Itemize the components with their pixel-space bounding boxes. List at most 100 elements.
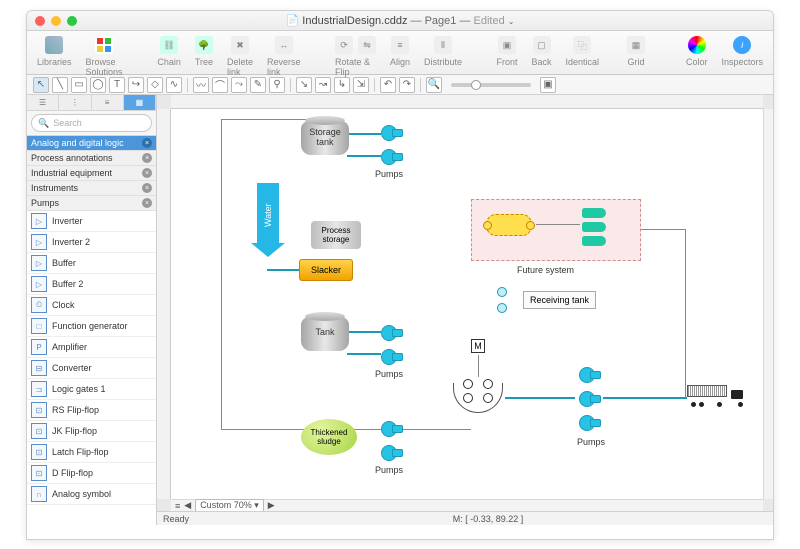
pump-shape[interactable]: [579, 413, 601, 431]
pointer-tool[interactable]: ↖: [33, 77, 49, 93]
sidebar-tab-grid[interactable]: ▦: [124, 95, 156, 110]
undo-button[interactable]: ↶: [380, 77, 396, 93]
color-button[interactable]: [688, 36, 706, 54]
future-nozzle-shape[interactable]: [582, 208, 606, 218]
grid-button[interactable]: ▦: [627, 36, 645, 54]
diagram-canvas[interactable]: Storage tank Pumps Water Process storage…: [171, 109, 763, 499]
inspectors-button[interactable]: i: [733, 36, 751, 54]
page-nav-icon[interactable]: ≡: [175, 501, 180, 511]
water-arrow[interactable]: Water: [257, 183, 279, 247]
future-system-group[interactable]: [471, 199, 641, 261]
category-item[interactable]: Analog and digital logic×: [27, 136, 156, 151]
delete-link-button[interactable]: ✖: [231, 36, 249, 54]
close-icon[interactable]: ×: [142, 183, 152, 193]
future-nozzle-shape[interactable]: [582, 222, 606, 232]
redo-button[interactable]: ↷: [399, 77, 415, 93]
pump-shape[interactable]: [381, 323, 403, 341]
valve-shape[interactable]: [497, 303, 507, 313]
ellipse-tool[interactable]: ◯: [90, 77, 106, 93]
shape-item[interactable]: ⊡D Flip-flop: [27, 463, 156, 484]
truck-shape[interactable]: [687, 385, 747, 407]
receiving-tank-shape[interactable]: Receiving tank: [523, 291, 596, 309]
zoom-fit-button[interactable]: ▣: [540, 77, 556, 93]
zoom-slider[interactable]: [451, 83, 531, 87]
category-item[interactable]: Instruments×: [27, 181, 156, 196]
page-next-icon[interactable]: ▶: [268, 500, 275, 511]
sidebar-tab-list[interactable]: ≡: [92, 95, 124, 110]
pump-shape[interactable]: [381, 347, 403, 365]
sidebar-tab-tree[interactable]: ☰: [27, 95, 59, 110]
process-storage-shape[interactable]: Process storage: [311, 221, 361, 249]
line-tool[interactable]: ╲: [52, 77, 68, 93]
shape-item[interactable]: PAmplifier: [27, 337, 156, 358]
pump-shape[interactable]: [381, 419, 403, 437]
category-item[interactable]: Process annotations×: [27, 151, 156, 166]
close-icon[interactable]: ×: [142, 198, 152, 208]
vertical-scrollbar[interactable]: [763, 109, 773, 499]
pump-shape[interactable]: [381, 147, 403, 165]
pump-shape[interactable]: [579, 365, 601, 383]
connector-tool[interactable]: ↪: [128, 77, 144, 93]
libraries-button[interactable]: [45, 36, 63, 54]
bezier-tool[interactable]: ∿: [166, 77, 182, 93]
pump-shape[interactable]: [381, 443, 403, 461]
close-icon[interactable]: ×: [142, 138, 152, 148]
flip-button[interactable]: ⇋: [358, 36, 376, 54]
horizontal-scrollbar[interactable]: ≡ ◀ Custom 70% ▾ ▶: [171, 499, 763, 511]
shape-item[interactable]: ⏲Clock: [27, 295, 156, 316]
future-nozzle-shape[interactable]: [582, 236, 606, 246]
sludge-shape[interactable]: Thickened sludge: [301, 419, 357, 455]
shape-item[interactable]: ⊐Logic gates 1: [27, 379, 156, 400]
shape-item[interactable]: □Function generator: [27, 316, 156, 337]
motor-symbol[interactable]: M: [471, 339, 485, 353]
tank-shape[interactable]: Tank: [301, 317, 349, 351]
shape-item[interactable]: ⊡JK Flip-flop: [27, 421, 156, 442]
arrow-routed-tool[interactable]: ⇲: [353, 77, 369, 93]
tree-button[interactable]: 🌳: [195, 36, 213, 54]
shape-item[interactable]: ▷Buffer 2: [27, 274, 156, 295]
slacker-shape[interactable]: Slacker: [299, 259, 353, 281]
browse-solutions-button[interactable]: [95, 36, 113, 54]
category-item[interactable]: Industrial equipment×: [27, 166, 156, 181]
back-button[interactable]: ▢: [533, 36, 551, 54]
rotate-button[interactable]: ⟳: [335, 36, 353, 54]
front-button[interactable]: ▣: [498, 36, 516, 54]
shape-item[interactable]: ∩Analog symbol: [27, 484, 156, 505]
distribute-button[interactable]: ⦀: [434, 36, 452, 54]
category-item[interactable]: Pumps×: [27, 196, 156, 211]
pumps-label: Pumps: [375, 169, 403, 179]
future-module-shape[interactable]: [486, 214, 532, 236]
arrow-orth-tool[interactable]: ↳: [334, 77, 350, 93]
shape-item[interactable]: ▷Inverter: [27, 211, 156, 232]
freehand-tool[interactable]: ✎: [250, 77, 266, 93]
rect-tool[interactable]: ▭: [71, 77, 87, 93]
text-tool[interactable]: T: [109, 77, 125, 93]
arrow-straight-tool[interactable]: ↘: [296, 77, 312, 93]
sidebar-tab-outline[interactable]: ⋮: [59, 95, 91, 110]
identical-button[interactable]: ⿻: [573, 36, 591, 54]
shape-item[interactable]: ⊡RS Flip-flop: [27, 400, 156, 421]
arc-tool[interactable]: ⌒: [212, 77, 228, 93]
shape-item[interactable]: ▷Inverter 2: [27, 232, 156, 253]
arrow-curved-tool[interactable]: ↝: [315, 77, 331, 93]
shape-item[interactable]: ⊡Latch Flip-flop: [27, 442, 156, 463]
reverse-link-button[interactable]: ↔: [275, 36, 293, 54]
pump-shape[interactable]: [579, 389, 601, 407]
shape-tool[interactable]: ◇: [147, 77, 163, 93]
valve-shape[interactable]: [497, 287, 507, 297]
shape-item[interactable]: ⊟Converter: [27, 358, 156, 379]
pump-shape[interactable]: [381, 123, 403, 141]
shape-item[interactable]: ▷Buffer: [27, 253, 156, 274]
spline-tool[interactable]: 〰: [193, 77, 209, 93]
storage-tank-shape[interactable]: Storage tank: [301, 121, 349, 155]
page-prev-icon[interactable]: ◀: [184, 500, 191, 511]
search-input[interactable]: 🔍Search: [31, 114, 152, 132]
annotation-tool[interactable]: ⚲: [269, 77, 285, 93]
vessel-shape[interactable]: [453, 383, 503, 413]
chain-button[interactable]: ⛓: [160, 36, 178, 54]
align-button[interactable]: ≡: [391, 36, 409, 54]
zoom-tool[interactable]: 🔍: [426, 77, 442, 93]
close-icon[interactable]: ×: [142, 168, 152, 178]
polyline-tool[interactable]: ⤳: [231, 77, 247, 93]
close-icon[interactable]: ×: [142, 153, 152, 163]
